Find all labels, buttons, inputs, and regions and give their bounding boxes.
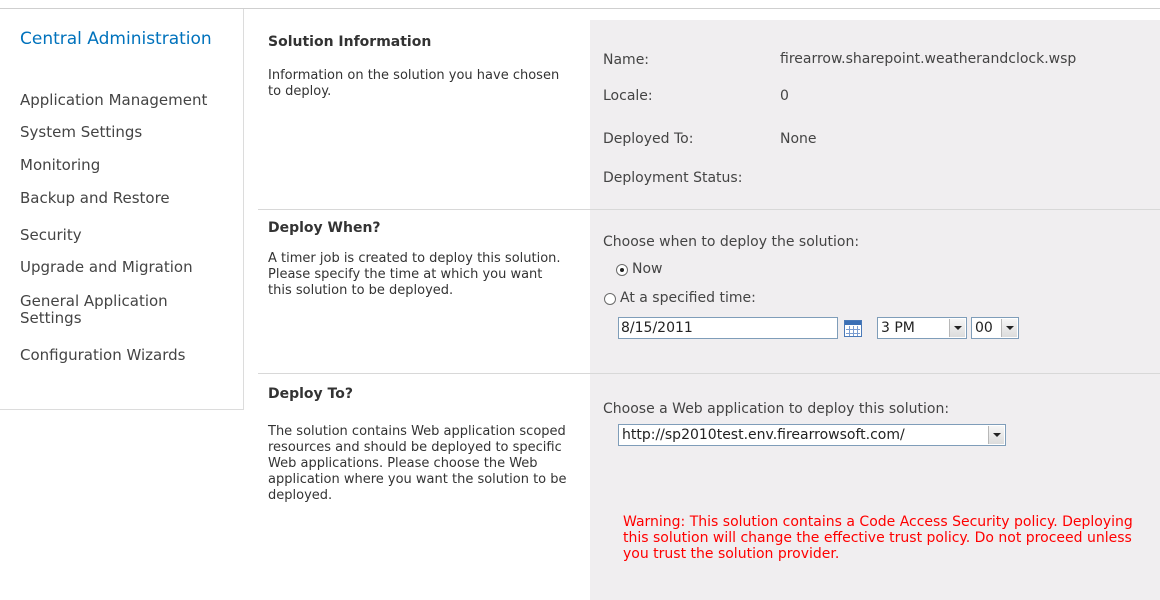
- deployment-status-label: Deployment Status:: [603, 170, 743, 186]
- deploy-to-section: Deploy To? The solution contains Web app…: [258, 374, 1160, 600]
- left-navigation: Central Administration Application Manag…: [0, 9, 244, 410]
- radio-now[interactable]: [616, 264, 628, 276]
- section-title: Solution Information: [268, 34, 432, 50]
- name-label: Name:: [603, 52, 650, 68]
- deployed-to-value: None: [780, 131, 817, 147]
- solution-information-section: Solution Information Information on the …: [258, 20, 1160, 209]
- calendar-icon[interactable]: [844, 320, 862, 337]
- deploy-when-prompt: Choose when to deploy the solution:: [603, 234, 860, 250]
- deploy-when-description-panel: Deploy When? A timer job is created to d…: [258, 210, 590, 373]
- section-title: Deploy To?: [268, 386, 353, 402]
- section-title: Deploy When?: [268, 220, 381, 236]
- cas-policy-warning: Warning: This solution contains a Code A…: [623, 514, 1133, 562]
- nav-item-upgrade-and-migration[interactable]: Upgrade and Migration: [20, 258, 240, 276]
- chevron-down-icon[interactable]: [988, 426, 1004, 444]
- radio-specified-time-label[interactable]: At a specified time:: [620, 290, 756, 306]
- nav-central-administration[interactable]: Central Administration: [20, 29, 235, 50]
- nav-item-application-management[interactable]: Application Management: [20, 91, 240, 109]
- nav-item-security[interactable]: Security: [20, 226, 240, 244]
- solution-information-fields-panel: Name: firearrow.sharepoint.weatherandclo…: [590, 20, 1160, 209]
- section-description: A timer job is created to deploy this so…: [268, 251, 561, 298]
- radio-specified-time[interactable]: [604, 293, 616, 305]
- minute-value: 00: [975, 320, 993, 336]
- deploy-to-description-panel: Deploy To? The solution contains Web app…: [258, 374, 590, 600]
- chevron-down-icon[interactable]: [949, 319, 965, 337]
- nav-item-backup-and-restore[interactable]: Backup and Restore: [20, 189, 240, 207]
- hour-select[interactable]: 3 PM: [877, 317, 967, 339]
- chevron-down-icon[interactable]: [1001, 319, 1017, 337]
- web-application-value: http://sp2010test.env.firearrowsoft.com/: [622, 427, 905, 443]
- nav-item-general-application-settings[interactable]: General Application Settings: [20, 293, 220, 327]
- deploy-when-options-panel: Choose when to deploy the solution: Now …: [590, 210, 1160, 373]
- radio-now-label[interactable]: Now: [632, 261, 663, 277]
- name-value: firearrow.sharepoint.weatherandclock.wsp: [780, 51, 1077, 67]
- nav-item-configuration-wizards[interactable]: Configuration Wizards: [20, 346, 240, 364]
- date-input[interactable]: 8/15/2011: [618, 317, 838, 339]
- minute-select[interactable]: 00: [971, 317, 1019, 339]
- nav-item-monitoring[interactable]: Monitoring: [20, 156, 240, 174]
- solution-information-description-panel: Solution Information Information on the …: [258, 20, 590, 209]
- section-description: Information on the solution you have cho…: [268, 68, 560, 99]
- deploy-to-prompt: Choose a Web application to deploy this …: [603, 401, 950, 417]
- section-description: The solution contains Web application sc…: [268, 424, 567, 503]
- nav-item-system-settings[interactable]: System Settings: [20, 123, 240, 141]
- locale-value: 0: [780, 88, 789, 104]
- deployed-to-label: Deployed To:: [603, 131, 694, 147]
- deploy-when-section: Deploy When? A timer job is created to d…: [258, 210, 1160, 373]
- hour-value: 3 PM: [881, 320, 915, 336]
- locale-label: Locale:: [603, 88, 653, 104]
- web-application-select[interactable]: http://sp2010test.env.firearrowsoft.com/: [618, 424, 1006, 446]
- deploy-to-options-panel: Choose a Web application to deploy this …: [590, 374, 1160, 600]
